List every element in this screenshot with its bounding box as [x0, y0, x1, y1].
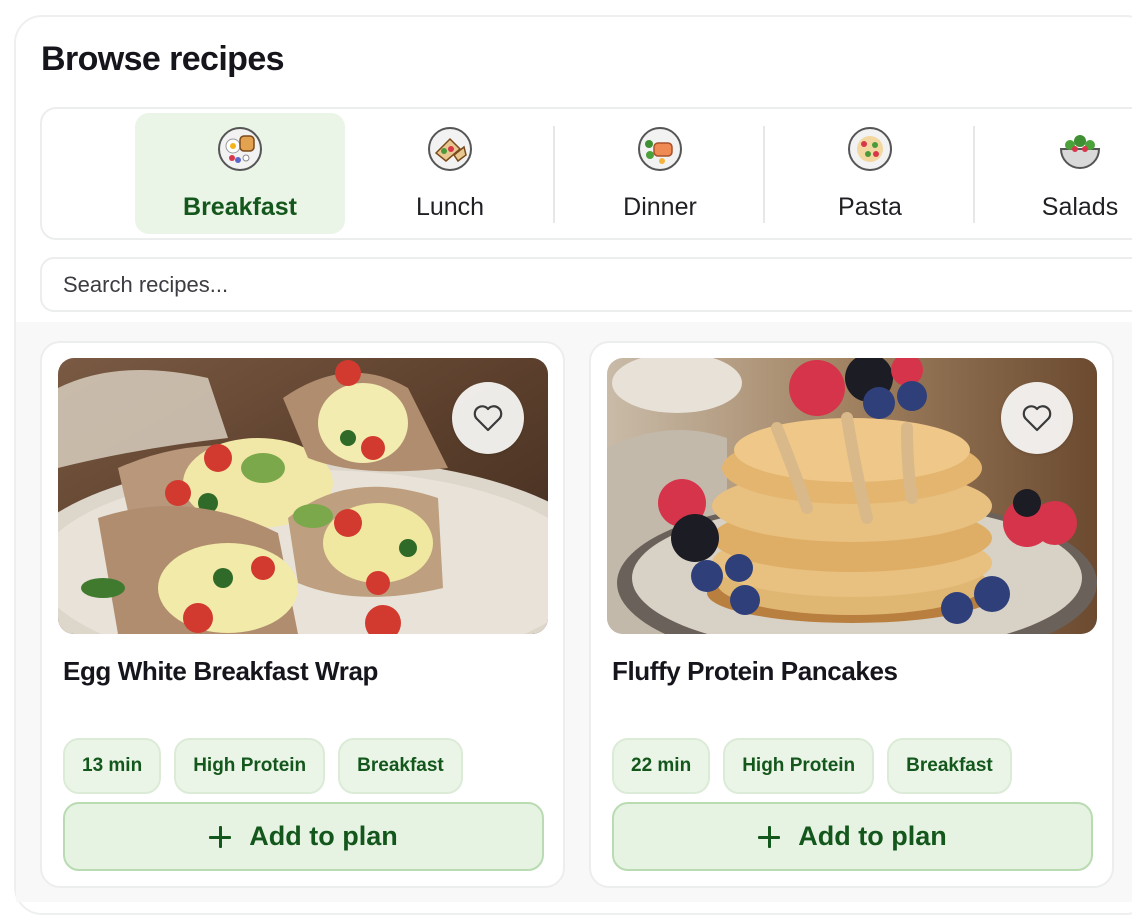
recipe-title[interactable]: Egg White Breakfast Wrap [63, 656, 378, 687]
pasta-plate-icon [848, 127, 892, 171]
salad-bowl-icon [1059, 135, 1101, 169]
category-bar: Breakfast Lunch Dinner Pasta Salads [40, 107, 1132, 240]
salmon-plate-icon [638, 127, 682, 171]
category-breakfast[interactable]: Breakfast [135, 113, 345, 234]
category-lunch[interactable]: Lunch [345, 113, 555, 234]
recipe-title[interactable]: Fluffy Protein Pancakes [612, 656, 898, 687]
search-box [40, 257, 1132, 312]
page-title: Browse recipes [41, 40, 285, 78]
favorite-button[interactable] [1001, 382, 1073, 454]
add-to-plan-label: Add to plan [798, 821, 947, 851]
add-to-plan-label: Add to plan [249, 821, 398, 851]
favorite-button[interactable] [452, 382, 524, 454]
category-dinner[interactable]: Dinner [555, 113, 765, 234]
add-to-plan-button[interactable]: Add to plan [63, 802, 544, 871]
category-label: Pasta [838, 193, 902, 221]
diet-tag: High Protein [723, 738, 875, 794]
tag-list: 13 min High Protein Breakfast [63, 738, 463, 794]
heart-icon [473, 405, 503, 432]
category-pasta[interactable]: Pasta [765, 113, 975, 234]
egg-white-wrap-photo[interactable] [58, 358, 548, 634]
add-to-plan-button[interactable]: Add to plan [612, 802, 1093, 871]
category-salads[interactable]: Salads [975, 113, 1132, 234]
recipe-card[interactable]: Fluffy Protein Pancakes 22 min High Prot… [589, 341, 1114, 888]
time-tag: 13 min [63, 738, 162, 794]
tag-list: 22 min High Protein Breakfast [612, 738, 1012, 794]
search-input[interactable] [42, 259, 1132, 310]
diet-tag: High Protein [174, 738, 326, 794]
category-label: Breakfast [183, 193, 297, 221]
time-tag: 22 min [612, 738, 711, 794]
heart-icon [1022, 405, 1052, 432]
recipe-card[interactable]: Egg White Breakfast Wrap 13 min High Pro… [40, 341, 565, 888]
protein-pancakes-photo[interactable] [607, 358, 1097, 634]
category-label: Lunch [415, 193, 485, 221]
category-label: Salads [1041, 193, 1119, 221]
category-tag: Breakfast [338, 738, 463, 794]
category-label: Dinner [623, 193, 697, 221]
plus-icon [209, 825, 232, 848]
wrap-plate-icon [428, 127, 472, 171]
breakfast-plate-icon [218, 127, 262, 171]
plus-icon [758, 825, 781, 848]
category-tag: Breakfast [887, 738, 1012, 794]
